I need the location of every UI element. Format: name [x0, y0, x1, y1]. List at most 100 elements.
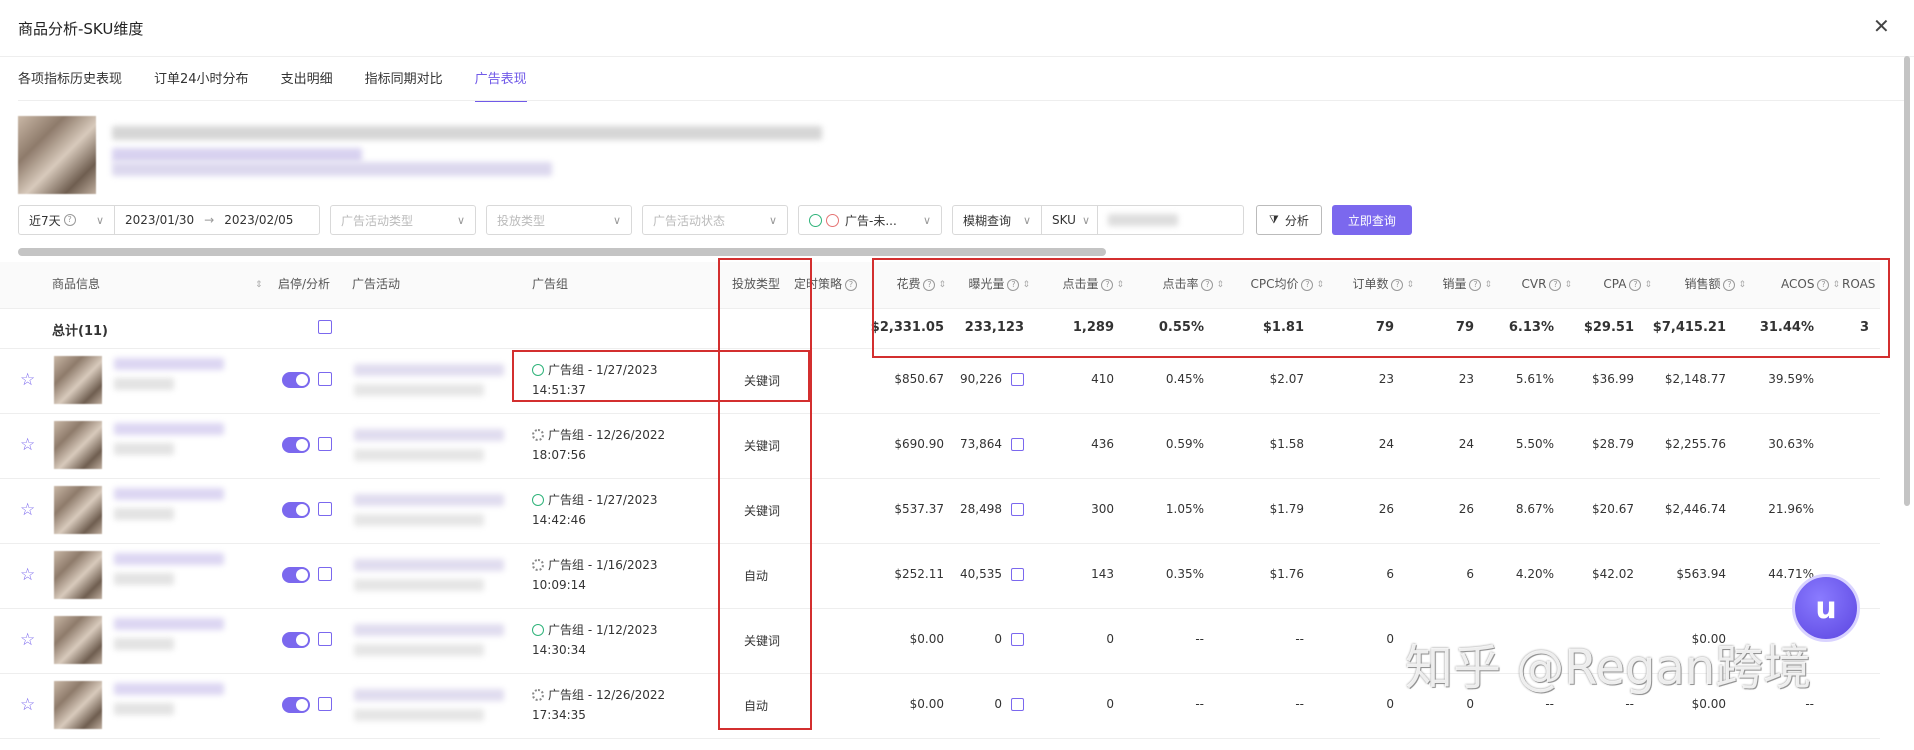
campaign-type-select[interactable]: 广告活动类型 ∨ — [330, 205, 476, 235]
chart-icon[interactable] — [318, 697, 332, 714]
toggle-switch[interactable] — [282, 372, 310, 391]
total-row: 总计(11) $2,331.05 233,123 1,289 0.55% $1.… — [0, 308, 1880, 349]
adgroup-time: 17:34:35 — [532, 708, 586, 722]
adgroup-cell[interactable]: 广告组 - 1/27/2023 14:42:46 — [532, 490, 658, 530]
cell-spend: $537.37 — [894, 502, 944, 516]
col-clicks-label: 点击量 — [1062, 277, 1099, 291]
chart-icon[interactable] — [318, 437, 332, 454]
targeting-type: 关键词 — [744, 439, 781, 453]
cell-ctr: -- — [1195, 697, 1204, 711]
bar-chart-icon[interactable] — [1011, 373, 1024, 386]
col-product[interactable]: 商品信息 — [52, 264, 100, 304]
date-range-picker[interactable]: 2023/01/30 → 2023/02/05 — [114, 205, 320, 235]
adgroup-cell[interactable]: 广告组 - 1/16/2023 10:09:14 — [532, 555, 658, 595]
col-spend[interactable]: 花费? ⇕ — [860, 264, 946, 304]
col-targeting: 投放类型 — [732, 277, 781, 291]
sku-select[interactable]: SKU ∨ — [1042, 205, 1098, 235]
date-start: 2023/01/30 — [125, 213, 195, 227]
col-cvr[interactable]: CVR? ⇕ — [1492, 264, 1572, 304]
help-icon: ? — [845, 278, 858, 291]
cell-orders: 6 — [1386, 567, 1394, 581]
bar-chart-icon[interactable] — [1011, 633, 1024, 646]
campaign-status-select[interactable]: 广告活动状态 ∨ — [642, 205, 788, 235]
star-icon[interactable]: ☆ — [20, 630, 35, 650]
col-orders[interactable]: 订单数? ⇕ — [1324, 264, 1414, 304]
adgroup-cell[interactable]: 广告组 - 1/27/2023 14:51:37 — [532, 360, 658, 400]
chart-icon[interactable] — [318, 372, 332, 389]
star-icon[interactable]: ☆ — [20, 500, 35, 520]
total-roas: 3 — [1860, 320, 1870, 335]
chevron-down-icon: ∨ — [95, 213, 104, 227]
toggle-switch[interactable] — [282, 567, 310, 586]
cell-units: 23 — [1458, 372, 1474, 386]
cell-impressions: 0 — [946, 697, 1024, 711]
tab-yoy-compare[interactable]: 指标同期对比 — [365, 68, 443, 102]
bar-chart-icon[interactable] — [1011, 438, 1024, 451]
cell-cvr: 8.67% — [1515, 502, 1554, 516]
star-icon[interactable]: ☆ — [20, 565, 35, 585]
toggle-switch[interactable] — [282, 502, 310, 521]
adgroup-cell[interactable]: 广告组 - 1/12/2023 14:30:34 — [532, 620, 658, 660]
star-icon[interactable]: ☆ — [20, 695, 35, 715]
watermark: 知乎 @Regan跨境 — [1405, 640, 1812, 696]
close-icon[interactable]: ✕ — [1873, 14, 1890, 38]
row-product-blurred-2 — [114, 573, 174, 585]
col-impressions[interactable]: 曝光量? ⇕ — [946, 264, 1030, 304]
bar-chart-icon[interactable] — [1011, 568, 1024, 581]
cell-cpa: $42.02 — [1592, 567, 1634, 581]
tab-ad-performance[interactable]: 广告表现 — [474, 68, 527, 102]
tab-24h-orders[interactable]: 订单24小时分布 — [154, 68, 249, 102]
query-button[interactable]: 立即查询 — [1331, 205, 1412, 235]
toggle-switch[interactable] — [282, 697, 310, 716]
range-select[interactable]: 近7天 ? ∨ — [18, 205, 114, 235]
tab-divider — [18, 100, 1910, 101]
toggle-switch[interactable] — [282, 437, 310, 456]
cell-orders: 0 — [1386, 697, 1394, 711]
cell-spend: $850.67 — [894, 372, 944, 386]
chart-icon[interactable] — [318, 502, 332, 519]
col-sales[interactable]: 销售额? ⇕ — [1652, 264, 1746, 304]
chart-icon[interactable] — [318, 632, 332, 649]
bar-chart-icon[interactable] — [1011, 698, 1024, 711]
row-thumbnail — [54, 356, 102, 404]
cell-acos: 21.96% — [1768, 502, 1814, 516]
cell-acos: 30.63% — [1768, 437, 1814, 451]
sku-search-input[interactable] — [1098, 205, 1244, 235]
total-cvr: 6.13% — [1508, 320, 1554, 335]
col-roas[interactable]: ROAS — [1842, 264, 1875, 304]
row-thumbnail — [54, 616, 102, 664]
tab-expense-detail[interactable]: 支出明细 — [281, 68, 333, 102]
cell-ctr: 0.45% — [1165, 372, 1204, 386]
toggle-icon — [282, 567, 310, 583]
col-ctr[interactable]: 点击率? ⇕ — [1124, 264, 1224, 304]
row-product-blurred — [114, 618, 224, 630]
col-clicks[interactable]: 点击量? ⇕ — [1030, 264, 1124, 304]
col-impressions-label: 曝光量 — [968, 277, 1005, 291]
vertical-scrollbar[interactable] — [1904, 56, 1910, 506]
adgroup-cell[interactable]: 广告组 - 12/26/2022 18:07:56 — [532, 425, 665, 465]
col-acos[interactable]: ACOS? ⇕ — [1746, 264, 1840, 304]
col-units[interactable]: 销量? ⇕ — [1414, 264, 1492, 304]
col-cpc[interactable]: CPC均价? ⇕ — [1224, 264, 1324, 304]
sort-icon: ⇕ — [1832, 279, 1840, 290]
col-product-sort[interactable]: ⇕ — [252, 264, 263, 304]
fuzzy-query-select[interactable]: 模糊查询 ∨ — [952, 205, 1042, 235]
star-icon[interactable]: ☆ — [20, 370, 35, 390]
chart-icon[interactable] — [318, 567, 332, 584]
toggle-switch[interactable] — [282, 632, 310, 651]
col-cpa[interactable]: CPA? ⇕ — [1572, 264, 1652, 304]
cell-orders: 24 — [1378, 437, 1394, 451]
horizontal-scrollbar[interactable] — [18, 248, 1106, 256]
toggle-icon — [282, 632, 310, 648]
bar-chart-icon[interactable] — [1011, 503, 1024, 516]
star-icon[interactable]: ☆ — [20, 435, 35, 455]
adgroup-cell[interactable]: 广告组 - 12/26/2022 17:34:35 — [532, 685, 665, 725]
chart-icon[interactable] — [318, 320, 332, 337]
tab-history[interactable]: 各项指标历史表现 — [18, 68, 122, 102]
analyze-button[interactable]: ⧩ 分析 — [1256, 205, 1322, 235]
cell-spend: $0.00 — [909, 632, 944, 646]
ad-status-select[interactable]: 广告-未... ∨ — [798, 205, 942, 235]
product-thumbnail — [18, 116, 96, 194]
adgroup-time: 18:07:56 — [532, 448, 586, 462]
targeting-type-select[interactable]: 投放类型 ∨ — [486, 205, 632, 235]
